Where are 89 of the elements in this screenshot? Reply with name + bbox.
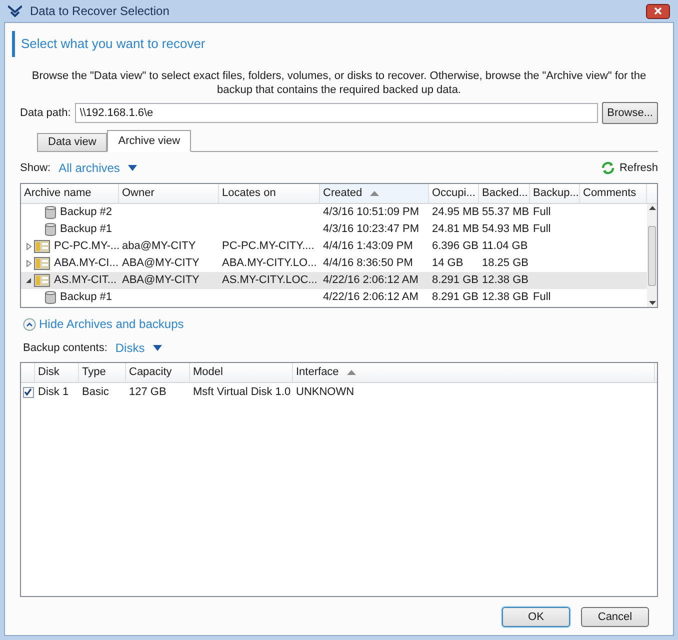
section-heading: Select what you want to recover [21,35,206,54]
table-cell-text: ABA@MY-CITY [122,256,200,272]
table-cell-text: 4/3/16 10:51:09 PM [323,205,420,220]
show-label: Show: [20,160,51,176]
archive-row[interactable]: AS.MY-CIT... ABA@MY-CITY AS.MY-CITY.LOC... 4/22/16 2:06:12 AM 8.291 GB 12.38 GB [21,272,647,289]
table-cell-text: 4/22/16 2:06:12 AM [323,290,418,306]
column-header[interactable]: Created [320,184,429,203]
archive-icon [34,240,50,253]
app-logo-icon [8,5,22,17]
table-cell-text: 11.04 GB [482,239,528,254]
collapse-circle-icon[interactable] [23,318,36,330]
table-cell-text: aba@MY-CITY [122,239,196,254]
show-filter-dropdown[interactable]: All archives [58,159,120,177]
table-cell-text: Backup #1 [60,290,112,306]
dialog-button[interactable]: OK [502,607,570,627]
expand-arrow-icon[interactable] [26,243,32,250]
table-cell-text: 4/3/16 10:23:47 PM [323,222,420,238]
table-cell-text: 4/4/16 1:43:09 PM [323,239,413,254]
table-cell-text: 12.38 GB [482,290,528,306]
backup-contents-label: Backup contents: [23,340,108,356]
sort-arrow-icon [346,370,356,375]
column-header[interactable]: Model [190,363,293,382]
table-cell-text: Msft Virtual Disk 1.0 [193,384,291,400]
table-cell-text: Disk 1 [38,384,69,400]
sort-arrow-icon [370,191,380,196]
table-cell-text: Backup #1 [60,222,112,238]
column-header[interactable]: Capacity [126,363,190,382]
dropdown-caret-icon[interactable] [128,165,137,171]
column-header[interactable]: Archive name [21,184,119,203]
table-cell-text: 12.38 GB [482,273,528,288]
table-cell-text: ABA@MY-CITY [122,273,200,288]
table-cell-text: ABA.MY-CITY.LO... [222,256,317,272]
table-cell-text: 24.95 MB [432,205,479,220]
column-header[interactable]: Disk [35,363,79,382]
expand-arrow-icon[interactable] [26,260,32,267]
column-header[interactable]: Owner [119,184,219,203]
close-button[interactable] [646,4,670,18]
database-icon [45,206,56,219]
table-cell-text: 127 GB [129,384,166,400]
table-cell-text: Basic [82,384,109,400]
scroll-up-icon[interactable] [648,206,656,210]
table-cell-text: UNKNOWN [296,384,354,400]
database-icon [45,291,56,304]
dialog-button[interactable]: Cancel [581,607,649,627]
table-cell-text: 55.37 MB [482,205,530,220]
table-cell-text: PC-PC.MY-CITY.... [222,239,314,254]
instructions-text: Browse the "Data view" to select exact files, folders, volumes, or disks to recover. Otherwise, browse the "Archive view" for the backup that contains the required backed up data. [30,69,648,97]
column-header[interactable]: Occupi... [429,184,479,203]
column-header[interactable]: Interface [293,363,655,382]
column-header[interactable]: Type [79,363,126,382]
table-cell-text: 4/4/16 8:36:50 PM [323,256,413,272]
table-cell-text: 8.291 GB [432,290,478,306]
collapse-arrow-icon[interactable] [26,277,32,284]
table-cell-text: 18.25 GB [482,256,528,272]
browse-button[interactable]: Browse... [602,102,658,124]
table-cell-text: AS.MY-CIT... [54,273,117,288]
table-cell-text: Full [533,205,551,220]
checkbox[interactable] [22,386,34,398]
table-cell-text: ABA.MY-CI... [54,256,118,272]
refresh-icon [601,161,616,175]
table-cell-text: Backup #2 [60,205,112,220]
vertical-scrollbar[interactable] [647,204,657,307]
data-path-field[interactable]: \\192.168.1.6\e [74,103,598,123]
table-cell-text: 54.93 MB [482,222,530,238]
table-cell-text: PC-PC.MY-... [54,239,119,254]
tab[interactable]: Archive view [107,130,192,152]
archive-icon [34,257,50,270]
column-header[interactable]: Backup... [530,184,580,203]
window-title: Data to Recover Selection [30,3,170,20]
close-icon [654,7,662,15]
refresh-button[interactable]: Refresh [601,160,658,176]
table-cell-text: 24.81 MB [432,222,479,238]
scroll-down-icon[interactable] [648,301,656,305]
table-cell-text: 8.291 GB [432,273,478,288]
table-cell-text: Full [533,290,551,306]
dropdown-caret-icon[interactable] [152,345,162,351]
hide-archives-link[interactable]: Hide Archives and backups [39,315,184,333]
table-cell-text: 4/22/16 2:06:12 AM [323,273,418,288]
table-cell-text: 14 GB [432,256,464,272]
tab[interactable]: Data view [37,133,108,151]
table-cell-text: AS.MY-CITY.LOC... [222,273,318,288]
table-cell-text: 6.396 GB [432,239,478,254]
column-header[interactable]: Backed... [479,184,530,203]
table-cell-text: Full [533,222,551,238]
contents-filter-dropdown[interactable]: Disks [115,339,145,357]
archive-icon [34,274,50,287]
data-path-label: Data path: [20,106,71,121]
database-icon [45,223,56,236]
column-header[interactable]: Comments [580,184,647,203]
